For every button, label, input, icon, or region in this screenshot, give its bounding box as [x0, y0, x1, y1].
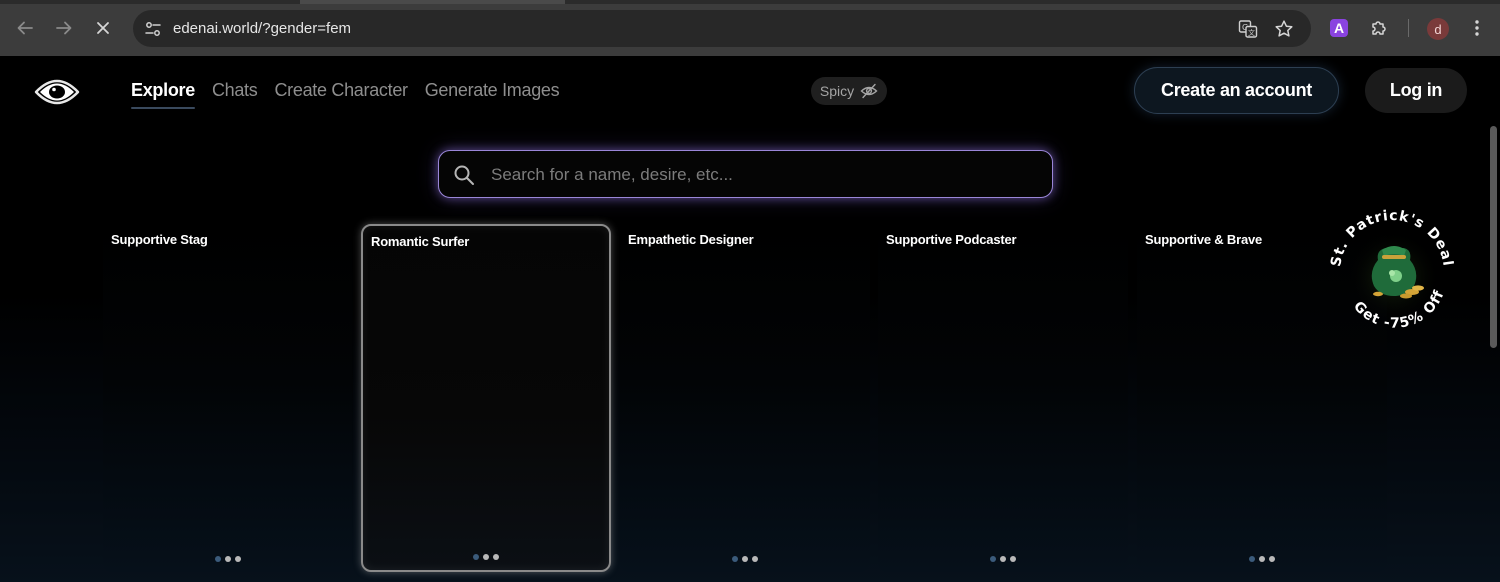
site-info-icon[interactable] [142, 18, 164, 40]
carousel-dot[interactable] [483, 554, 489, 560]
carousel-dot[interactable] [473, 554, 479, 560]
nav-generate-images[interactable]: Generate Images [425, 80, 560, 109]
carousel-dots[interactable] [732, 556, 758, 562]
page-content: Explore Chats Create Character Generate … [0, 56, 1500, 582]
eye-off-icon [860, 83, 878, 99]
back-button[interactable] [11, 14, 39, 42]
search-input[interactable] [491, 163, 1031, 187]
profile-avatar[interactable]: d [1427, 18, 1449, 40]
carousel-dot[interactable] [1000, 556, 1006, 562]
character-card-selected[interactable]: Romantic Surfer [361, 224, 611, 572]
promo-badge[interactable]: St. Patrick's Deal Get -75% Off [1322, 202, 1462, 338]
carousel-dot[interactable] [990, 556, 996, 562]
card-title: Supportive Stag [111, 232, 208, 247]
nav-create-character[interactable]: Create Character [274, 80, 408, 109]
carousel-dot[interactable] [493, 554, 499, 560]
carousel-dot[interactable] [742, 556, 748, 562]
nav-chats[interactable]: Chats [212, 80, 258, 109]
tab-indicator [300, 0, 565, 4]
eye-logo-icon[interactable] [34, 72, 80, 112]
card-title: Romantic Surfer [371, 234, 470, 249]
page-scrollbar[interactable] [1490, 126, 1497, 348]
translate-icon[interactable]: G 文 [1237, 18, 1259, 40]
carousel-dots[interactable] [1249, 556, 1275, 562]
card-title: Supportive Podcaster [886, 232, 1017, 247]
svg-text:文: 文 [1248, 28, 1255, 37]
character-card[interactable]: Empathetic Designer [620, 224, 870, 572]
browser-toolbar: edenai.world/?gender=fem G 文 A d [0, 0, 1500, 56]
main-nav: Explore Chats Create Character Generate … [131, 80, 576, 109]
card-title: Supportive & Brave [1145, 232, 1263, 247]
extension-a-icon[interactable]: A [1330, 19, 1348, 37]
star-icon[interactable] [1273, 18, 1295, 40]
stop-loading-button[interactable] [89, 14, 117, 42]
arrow-right-icon [56, 21, 72, 35]
spicy-toggle[interactable]: Spicy [811, 77, 887, 105]
close-icon [97, 22, 109, 34]
carousel-dot[interactable] [1259, 556, 1265, 562]
carousel-dot[interactable] [732, 556, 738, 562]
address-bar[interactable]: edenai.world/?gender=fem G 文 [133, 10, 1311, 47]
character-card[interactable]: Supportive Stag [103, 224, 353, 572]
carousel-dot[interactable] [1249, 556, 1255, 562]
search-bar[interactable] [438, 150, 1053, 198]
card-title: Empathetic Designer [628, 232, 754, 247]
carousel-dot[interactable] [235, 556, 241, 562]
tab-strip [0, 0, 1500, 4]
toolbar-separator [1408, 19, 1409, 37]
url-text[interactable]: edenai.world/?gender=fem [173, 20, 351, 37]
forward-button[interactable] [50, 14, 78, 42]
login-button[interactable]: Log in [1365, 68, 1467, 113]
carousel-dot[interactable] [1010, 556, 1016, 562]
create-account-button[interactable]: Create an account [1134, 67, 1339, 114]
carousel-dot[interactable] [215, 556, 221, 562]
carousel-dot[interactable] [1269, 556, 1275, 562]
carousel-dots[interactable] [473, 554, 499, 560]
carousel-dot[interactable] [225, 556, 231, 562]
carousel-dots[interactable] [215, 556, 241, 562]
kebab-menu-icon[interactable] [1466, 17, 1488, 39]
spicy-label: Spicy [819, 83, 855, 99]
carousel-dot[interactable] [752, 556, 758, 562]
search-icon [454, 165, 474, 185]
nav-explore[interactable]: Explore [131, 80, 195, 109]
character-card[interactable]: Supportive Podcaster [878, 224, 1128, 572]
arrow-left-icon [17, 21, 33, 35]
carousel-dots[interactable] [990, 556, 1016, 562]
puzzle-icon[interactable] [1368, 17, 1390, 39]
